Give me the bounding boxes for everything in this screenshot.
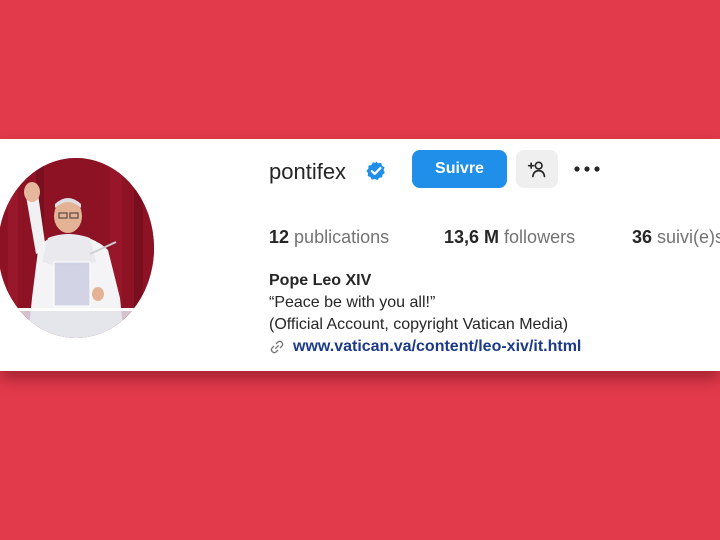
follow-button[interactable]: Suivre — [412, 150, 507, 188]
profile-header-card: pontifex Suivre 12 publications 13,6 M f… — [0, 139, 720, 371]
bio-website-link[interactable]: www.vatican.va/content/leo-xiv/it.html — [293, 338, 581, 356]
link-icon — [270, 340, 284, 354]
add-user-icon — [527, 161, 546, 178]
verified-badge-icon — [366, 161, 385, 181]
posts-label: publications — [294, 227, 390, 247]
more-options-button[interactable] — [570, 157, 604, 181]
stat-posts: 12 publications — [269, 227, 389, 248]
bio-quote: “Peace be with you all!” — [269, 294, 436, 311]
bio-description: (Official Account, copyright Vatican Med… — [269, 316, 569, 333]
more-options-icon — [574, 166, 600, 172]
profile-username: pontifex — [269, 159, 347, 184]
followers-count: 13,6 M — [444, 227, 500, 247]
stat-followers[interactable]: 13,6 M followers — [444, 227, 575, 248]
stat-following[interactable]: 36 suivi(e)s — [632, 227, 720, 248]
posts-count: 12 — [269, 227, 290, 247]
bio-display-name: Pope Leo XIV — [269, 272, 372, 289]
suggest-users-button[interactable] — [516, 150, 558, 188]
followers-label: followers — [504, 227, 576, 247]
bio-link-row[interactable]: www.vatican.va/content/leo-xiv/it.html — [269, 338, 581, 356]
profile-avatar[interactable] — [0, 158, 154, 338]
following-label: suivi(e)s — [657, 227, 720, 247]
following-count: 36 — [632, 227, 653, 247]
avatar-photo — [0, 158, 154, 338]
